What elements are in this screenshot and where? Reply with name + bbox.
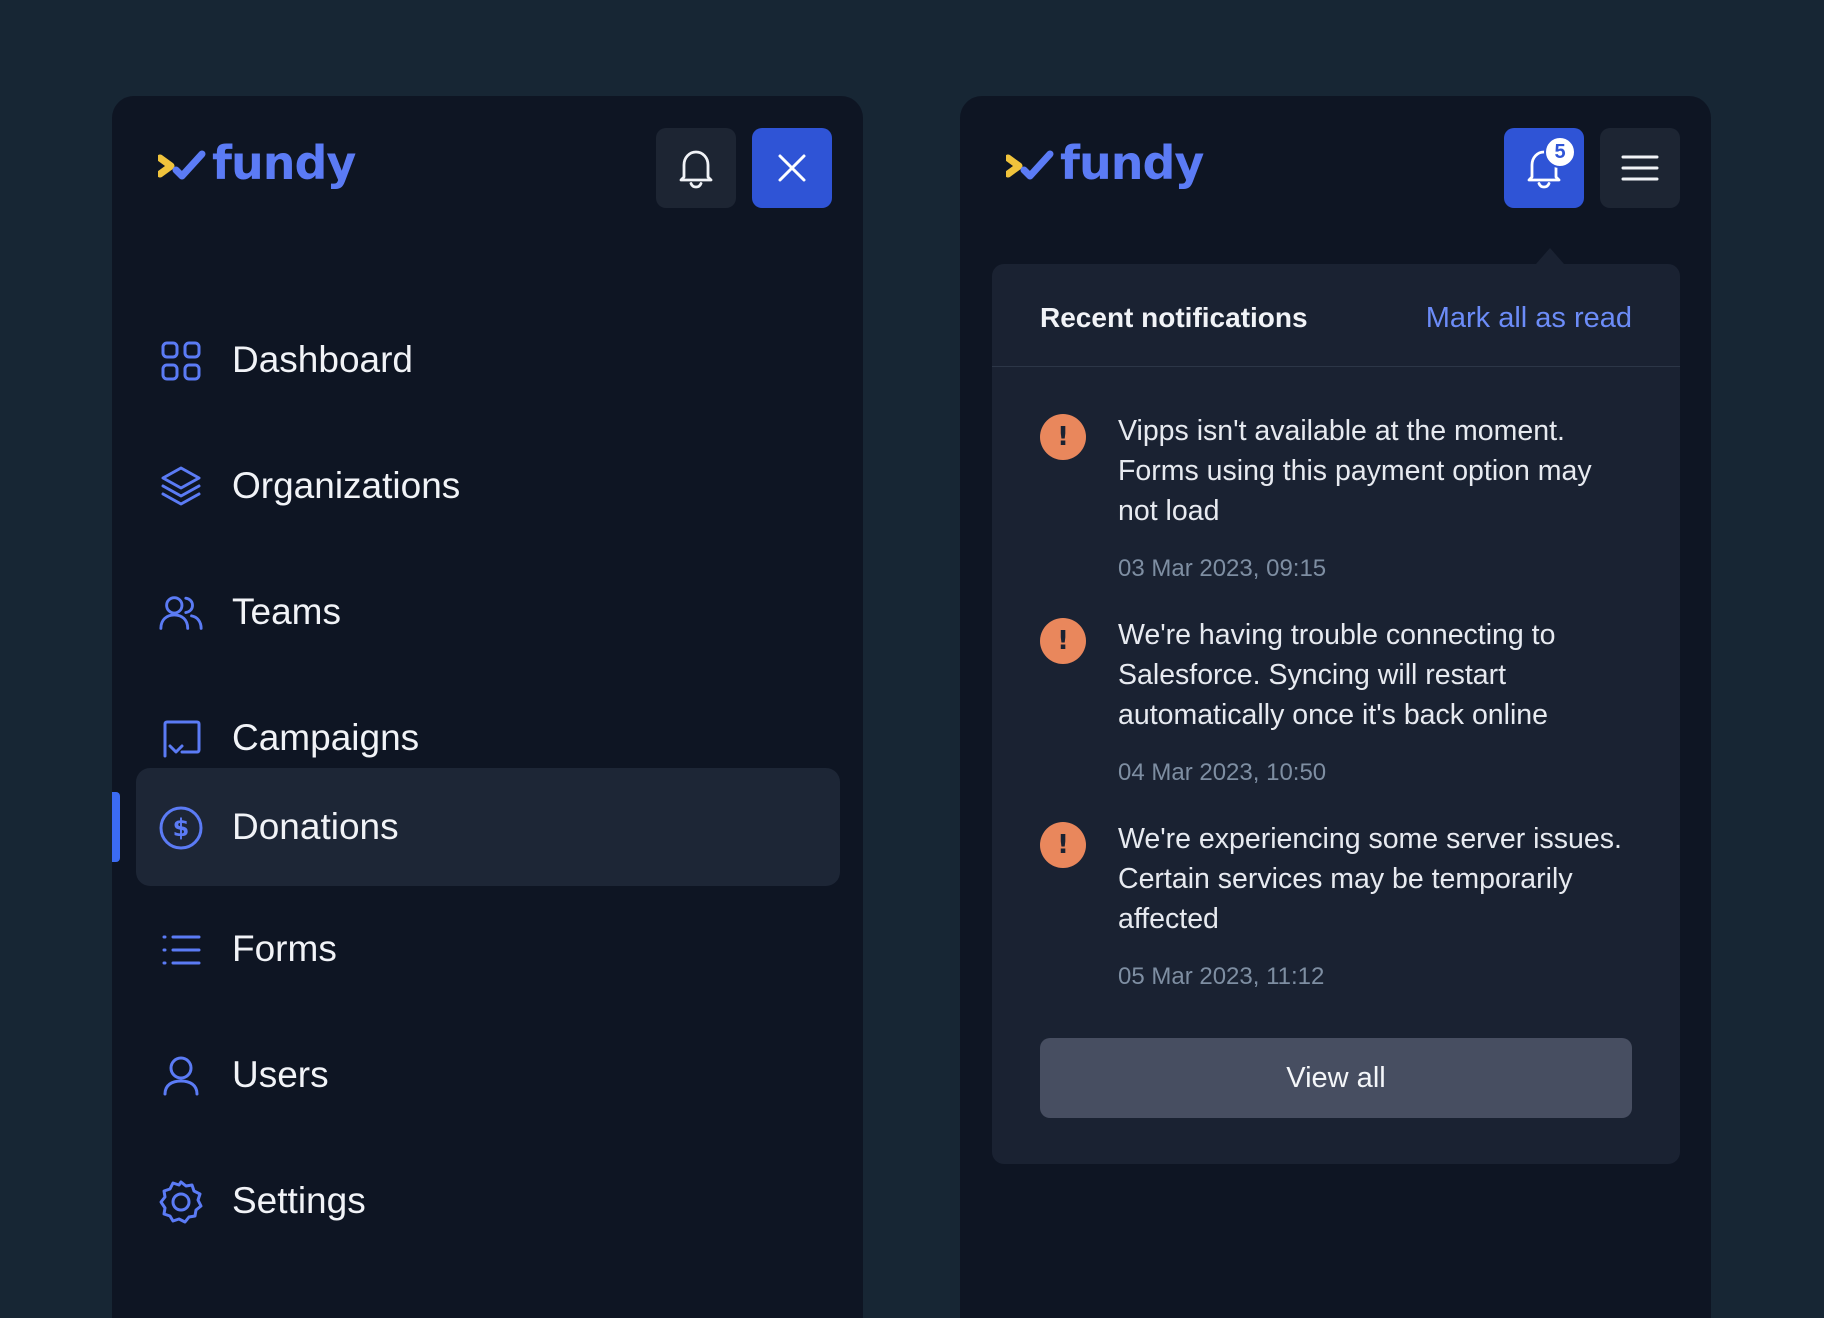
user-icon [158,1053,204,1099]
campaign-icon [158,716,204,762]
fundy-logo[interactable]: fundy [1006,136,1204,190]
brand-name: fundy [1060,136,1204,190]
dropdown-caret [1536,248,1564,264]
sidebar-item-donations[interactable]: $ Donations [136,768,840,886]
notification-message: We're experiencing some server issues. C… [1118,823,1622,935]
sidebar-item-label: Teams [232,591,341,632]
notification-time: 05 Mar 2023, 11:12 [1118,963,1325,990]
notification-message: We're having trouble connecting to Sales… [1118,619,1556,731]
fundy-mark-icon [1006,150,1054,180]
navigation-panel: fundy Dashboard Organizations Teams Camp… [112,96,863,1318]
notification-time: 04 Mar 2023, 10:50 [1118,759,1327,786]
notification-time: 03 Mar 2023, 09:15 [1118,555,1327,582]
sidebar-item-settings[interactable]: Settings [136,1142,840,1260]
sidebar-item-label: Campaigns [232,717,420,758]
dashboard-grid-icon [158,338,204,384]
gear-icon [158,1179,204,1225]
users-group-icon [158,590,204,636]
notifications-dropdown: Recent notifications Mark all as read ! … [992,264,1680,1164]
notifications-button[interactable]: 5 [1504,128,1584,208]
notifications-header: Recent notifications Mark all as read [992,264,1680,367]
notification-count-badge: 5 [1544,136,1576,168]
sidebar-item-label: Dashboard [232,339,414,380]
sidebar-item-teams[interactable]: Teams [136,553,840,671]
menu-button[interactable] [1600,128,1680,208]
view-all-button[interactable]: View all [1040,1038,1632,1118]
bell-icon [679,150,713,189]
hamburger-menu-icon [1621,155,1659,181]
active-indicator [112,792,120,862]
mark-all-read-link[interactable]: Mark all as read [1426,302,1632,334]
close-icon [778,154,806,182]
warning-icon: ! [1040,822,1086,868]
list-icon [158,927,204,973]
warning-icon: ! [1040,414,1086,460]
sidebar-item-organizations[interactable]: Organizations [136,427,840,545]
brand-name: fundy [212,136,356,190]
sidebar-item-label: Donations [232,806,399,847]
layers-icon [158,464,204,510]
notifications-button[interactable] [656,128,736,208]
dollar-circle-icon: $ [158,805,204,851]
fundy-logo[interactable]: fundy [158,136,356,190]
warning-icon: ! [1040,618,1086,664]
close-menu-button[interactable] [752,128,832,208]
sidebar-item-forms[interactable]: Forms [136,890,840,1008]
sidebar-item-users[interactable]: Users [136,1016,840,1134]
notifications-title: Recent notifications [1040,302,1308,333]
sidebar-item-label: Settings [232,1180,366,1221]
notification-message: Vipps isn't available at the moment. For… [1118,415,1592,527]
svg-text:$: $ [173,814,190,842]
sidebar-item-label: Forms [232,928,337,969]
notifications-panel: fundy 5 Recent notifications Mark all as… [960,96,1711,1318]
fundy-mark-icon [158,150,206,180]
sidebar-item-label: Organizations [232,465,461,506]
sidebar-item-label: Users [232,1054,329,1095]
sidebar-item-dashboard[interactable]: Dashboard [136,301,840,419]
